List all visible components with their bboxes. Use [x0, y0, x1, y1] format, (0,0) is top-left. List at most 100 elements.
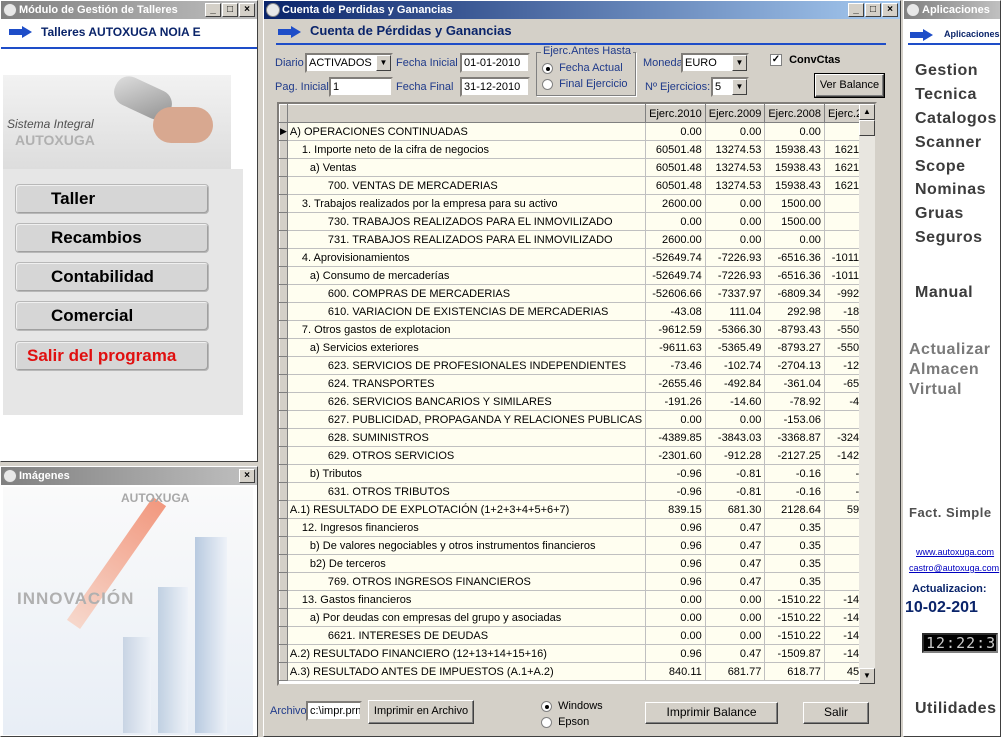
concept-cell[interactable]: a) Servicios exteriores [287, 338, 647, 357]
value-cell[interactable]: 0.96 [645, 644, 706, 663]
radio-selected-icon[interactable] [542, 62, 553, 74]
concept-cell[interactable]: a) Por deudas con empresas del grupo y a… [287, 608, 647, 627]
comercial-button[interactable]: Comercial [15, 301, 209, 331]
value-cell[interactable]: 13274.53 [705, 176, 766, 195]
value-cell[interactable]: -153.06 [764, 410, 825, 429]
row-selector[interactable] [279, 644, 288, 663]
value-cell[interactable]: 0.00 [764, 122, 825, 141]
main-titlebar[interactable]: Cuenta de Perdidas y Ganancias _ □ × [264, 1, 900, 19]
concept-cell[interactable]: 610. VARIACION DE EXISTENCIAS DE MERCADE… [287, 302, 647, 321]
table-row[interactable]: 730. TRABAJOS REALIZADOS PARA EL INMOVIL… [279, 212, 875, 231]
concept-cell[interactable]: 631. OTROS TRIBUTOS [287, 482, 647, 501]
row-selector[interactable] [279, 446, 288, 465]
vertical-scrollbar[interactable]: ▲ ▼ [859, 104, 875, 684]
row-selector[interactable] [279, 428, 288, 447]
table-row[interactable]: b) De valores negociables y otros instru… [279, 536, 875, 555]
value-cell[interactable]: 13274.53 [705, 140, 766, 159]
value-cell[interactable]: -73.46 [645, 356, 706, 375]
windows-radio[interactable]: Windows [541, 700, 603, 712]
value-cell[interactable]: 0.96 [645, 536, 706, 555]
value-cell[interactable]: 0.00 [645, 608, 706, 627]
link-manual[interactable]: Manual [915, 284, 973, 302]
ejercicios-select[interactable]: 5 ▼ [711, 77, 749, 97]
contabilidad-button[interactable]: Contabilidad [15, 262, 209, 292]
final-ejercicio-radio[interactable]: Final Ejercicio [542, 78, 628, 90]
value-cell[interactable]: 0.00 [705, 590, 766, 609]
value-cell[interactable]: 0.00 [645, 212, 706, 231]
value-cell[interactable]: -0.81 [705, 482, 766, 501]
table-row[interactable]: 769. OTROS INGRESOS FINANCIEROS 0.96 0.47 0… [279, 572, 875, 591]
row-selector[interactable] [279, 140, 288, 159]
row-selector[interactable] [279, 464, 288, 483]
convctas-checkbox[interactable]: ✓ ConvCtas [770, 54, 840, 67]
concept-cell[interactable]: 731. TRABAJOS REALIZADOS PARA EL INMOVIL… [287, 230, 647, 249]
table-row[interactable]: A.3) RESULTADO ANTES DE IMPUESTOS (A.1+A… [279, 662, 875, 681]
close-button[interactable]: × [239, 469, 255, 483]
concept-cell[interactable]: 4. Aprovisionamientos [287, 248, 647, 267]
link-seguros[interactable]: Seguros [915, 229, 983, 247]
row-selector[interactable] [279, 536, 288, 555]
concept-cell[interactable]: 12. Ingresos financieros [287, 518, 647, 537]
maximize-button[interactable]: □ [865, 3, 881, 17]
row-selector[interactable] [279, 608, 288, 627]
link-tecnica[interactable]: Tecnica [915, 86, 977, 104]
value-cell[interactable]: 0.00 [705, 212, 766, 231]
table-row[interactable]: 629. OTROS SERVICIOS -2301.60 -912.28 -2127… [279, 446, 875, 465]
value-cell[interactable]: 15938.43 [764, 140, 825, 159]
table-row[interactable]: 624. TRANSPORTES-2655.46-492.84-361.04-6… [279, 374, 875, 393]
row-selector[interactable] [279, 518, 288, 537]
row-selector[interactable] [279, 230, 288, 249]
value-cell[interactable]: -492.84 [705, 374, 766, 393]
value-cell[interactable]: -14.60 [705, 392, 766, 411]
salir-programa-button[interactable]: Salir del programa [15, 341, 209, 371]
concept-cell[interactable]: 769. OTROS INGRESOS FINANCIEROS [287, 572, 647, 591]
value-cell[interactable]: 0.35 [764, 518, 825, 537]
value-cell[interactable]: -8793.43 [764, 320, 825, 339]
close-button[interactable]: × [882, 3, 898, 17]
link-scope[interactable]: Scope [915, 158, 966, 176]
value-cell[interactable]: 0.96 [645, 518, 706, 537]
value-cell[interactable]: 1500.00 [764, 212, 825, 231]
imagenes-titlebar[interactable]: Imágenes × [1, 467, 257, 485]
row-selector[interactable] [279, 248, 288, 267]
link-virtual[interactable]: Virtual [909, 381, 962, 399]
checkmark-icon[interactable]: ✓ [770, 54, 782, 67]
value-cell[interactable]: -361.04 [764, 374, 825, 393]
pag-inicial-input[interactable]: 1 [329, 77, 393, 97]
value-cell[interactable]: -7226.93 [705, 266, 766, 285]
close-button[interactable]: × [239, 3, 255, 17]
value-cell[interactable]: 1500.00 [764, 194, 825, 213]
value-cell[interactable]: -1509.87 [764, 644, 825, 663]
value-cell[interactable]: 0.47 [705, 572, 766, 591]
scroll-thumb[interactable] [859, 120, 875, 136]
value-cell[interactable]: -191.26 [645, 392, 706, 411]
value-cell[interactable]: 0.00 [645, 410, 706, 429]
table-row[interactable]: 731. TRABAJOS REALIZADOS PARA EL INMOVIL… [279, 230, 875, 249]
column-header-0[interactable]: Ejerc.2010 [645, 104, 706, 123]
radio-icon[interactable] [541, 716, 552, 728]
value-cell[interactable]: 60501.48 [645, 158, 706, 177]
value-cell[interactable]: -1510.22 [764, 608, 825, 627]
value-cell[interactable]: 292.98 [764, 302, 825, 321]
table-row[interactable]: 610. VARIACION DE EXISTENCIAS DE MERCADE… [279, 302, 875, 321]
value-cell[interactable]: 0.00 [705, 122, 766, 141]
row-selector[interactable] [279, 572, 288, 591]
value-cell[interactable]: 2600.00 [645, 194, 706, 213]
value-cell[interactable]: 2128.64 [764, 500, 825, 519]
value-cell[interactable]: -78.92 [764, 392, 825, 411]
value-cell[interactable]: -0.96 [645, 482, 706, 501]
link-gestion[interactable]: Gestion [915, 62, 978, 80]
value-cell[interactable]: 60501.48 [645, 176, 706, 195]
value-cell[interactable]: -6516.36 [764, 248, 825, 267]
scroll-up-icon[interactable]: ▲ [859, 104, 875, 120]
value-cell[interactable]: -0.16 [764, 482, 825, 501]
value-cell[interactable]: 0.00 [705, 194, 766, 213]
value-cell[interactable]: -7226.93 [705, 248, 766, 267]
value-cell[interactable]: -5365.49 [705, 338, 766, 357]
value-cell[interactable]: 681.77 [705, 662, 766, 681]
fecha-inicial-input[interactable]: 01-01-2010 [460, 53, 530, 73]
ver-balance-button[interactable]: Ver Balance [814, 73, 885, 98]
value-cell[interactable]: 0.00 [705, 230, 766, 249]
value-cell[interactable]: 15938.43 [764, 158, 825, 177]
concept-cell[interactable]: A.2) RESULTADO FINANCIERO (12+13+14+15+1… [287, 644, 647, 663]
